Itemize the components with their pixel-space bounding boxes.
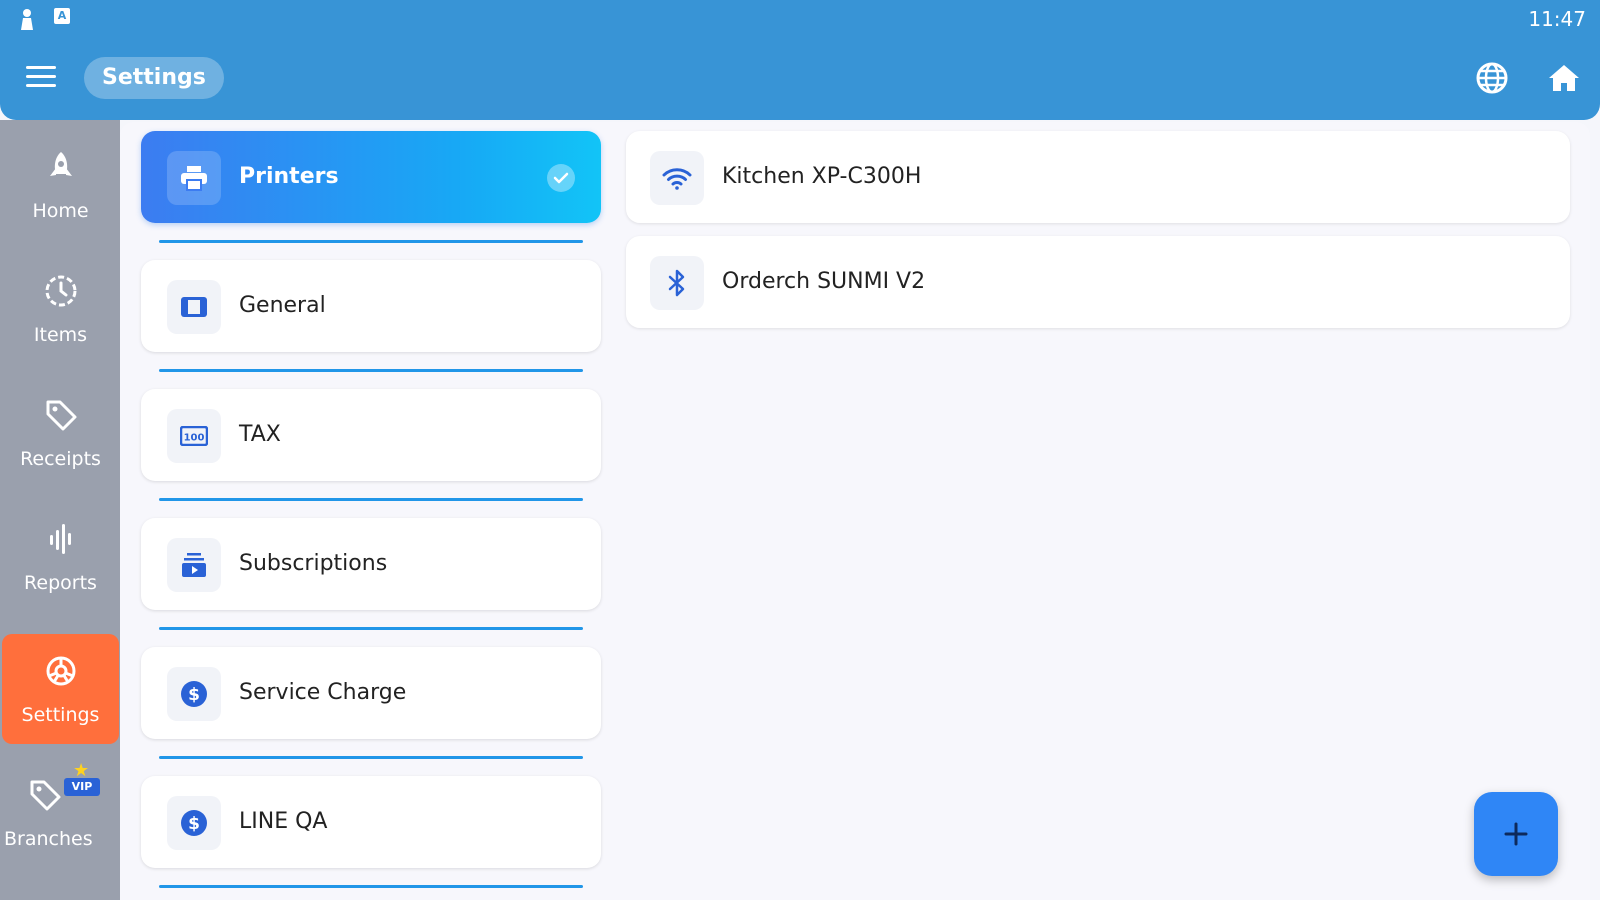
tag-icon: [46, 400, 76, 431]
dollar-icon: $: [181, 810, 207, 836]
category-service-charge[interactable]: $ Service Charge: [141, 647, 601, 739]
sidebar-item-home[interactable]: Home: [2, 130, 119, 240]
category-label: TAX: [239, 422, 281, 447]
sidebar-item-settings[interactable]: Settings: [2, 634, 119, 744]
divider: [159, 240, 583, 243]
bluetooth-icon: [668, 269, 685, 297]
subscriptions-icon: [182, 553, 206, 577]
category-label: Printers: [239, 164, 339, 189]
divider: [159, 498, 583, 501]
svg-text:$: $: [188, 685, 200, 705]
menu-icon[interactable]: [26, 66, 58, 90]
category-label: Subscriptions: [239, 551, 388, 576]
category-label: LINE QA: [239, 809, 328, 834]
sidebar-item-label: Branches: [4, 828, 93, 850]
wifi-icon: [662, 168, 692, 190]
ticket-icon: 100: [180, 426, 208, 446]
sidebar-item-label: Settings: [21, 704, 100, 726]
printer-row[interactable]: Kitchen XP-C300H: [626, 131, 1570, 223]
category-label: General: [239, 293, 326, 318]
globe-icon[interactable]: [1474, 60, 1510, 96]
rocket-icon: [49, 152, 72, 176]
category-subscriptions[interactable]: Subscriptions: [141, 518, 601, 610]
printer-row[interactable]: Orderch SUNMI V2: [626, 236, 1570, 328]
sidebar: Home Items Receipts Reports Settings ★ V…: [0, 120, 120, 900]
vip-badge: VIP: [64, 778, 100, 796]
sidebar-item-branches[interactable]: ★ VIP Branches: [2, 758, 119, 868]
keyboard-icon: A: [54, 8, 70, 24]
plus-icon: [1504, 822, 1528, 846]
sidebar-item-label: Home: [32, 200, 89, 222]
category-tax[interactable]: 100 TAX: [141, 389, 601, 481]
sidebar-item-label: Reports: [24, 572, 97, 594]
page-title: Settings: [84, 57, 224, 99]
status-bar: A 11:47: [0, 0, 1600, 36]
clock-icon: [45, 275, 76, 307]
app-header: A 11:47 Settings: [0, 0, 1600, 120]
sidebar-item-label: Receipts: [20, 448, 101, 470]
category-label: Service Charge: [239, 680, 407, 705]
home-icon[interactable]: [1546, 60, 1582, 96]
equalizer-icon: [49, 524, 71, 554]
svg-text:100: 100: [184, 433, 205, 444]
category-line-qa[interactable]: $ LINE QA: [141, 776, 601, 868]
printer-icon: [181, 166, 207, 191]
sidebar-item-items[interactable]: Items: [2, 254, 119, 364]
divider: [159, 627, 583, 630]
person-icon: [21, 9, 33, 30]
sidebar-item-reports[interactable]: Reports: [2, 502, 119, 612]
sidebar-item-label: Items: [33, 324, 88, 346]
divider: [159, 369, 583, 372]
sidebar-item-receipts[interactable]: Receipts: [2, 378, 119, 488]
printer-name: Orderch SUNMI V2: [722, 269, 926, 294]
columns-icon: [181, 297, 207, 317]
add-printer-button[interactable]: [1474, 792, 1558, 876]
tag-icon: [30, 780, 61, 811]
category-general[interactable]: General: [141, 260, 601, 352]
divider: [159, 756, 583, 759]
gear-icon: [46, 656, 75, 686]
svg-text:$: $: [188, 814, 200, 834]
divider: [159, 885, 583, 888]
category-printers[interactable]: Printers: [141, 131, 601, 223]
printer-name: Kitchen XP-C300H: [722, 164, 922, 189]
dollar-icon: $: [181, 681, 207, 707]
check-icon: [547, 164, 575, 192]
clock: 11:47: [1528, 7, 1586, 31]
